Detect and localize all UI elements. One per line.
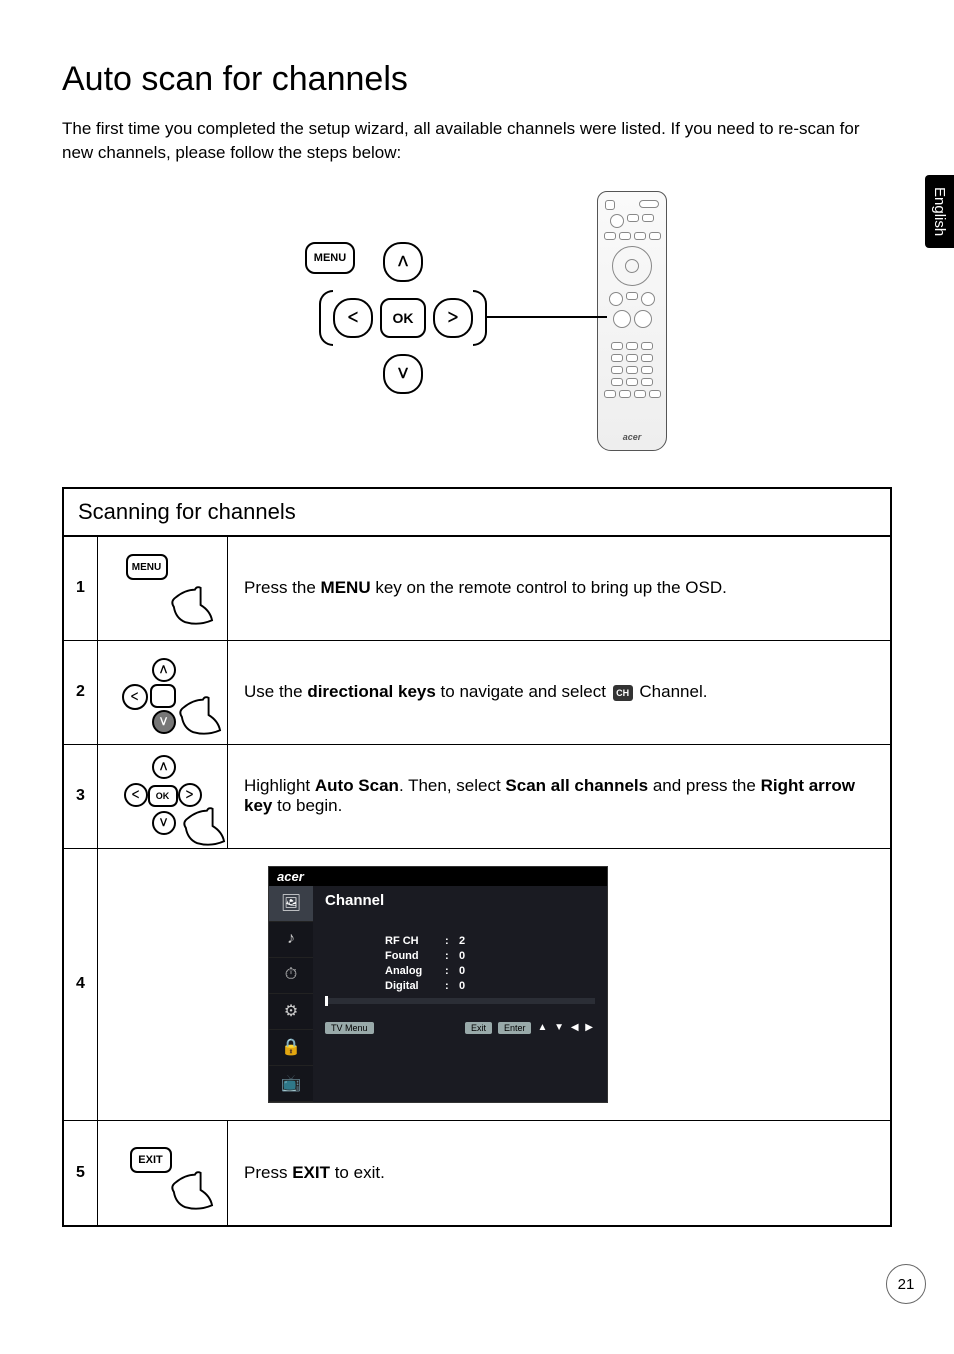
step-number: 1 (64, 537, 98, 640)
step-description: Use the directional keys to navigate and… (228, 641, 890, 744)
page-number: 21 (886, 1264, 926, 1304)
exit-key-icon: EXIT (130, 1147, 172, 1173)
thumb-icon (180, 805, 228, 847)
ok-key: OK (380, 298, 426, 338)
step-description: Press the MENU key on the remote control… (228, 537, 890, 640)
up-key-icon: ᐱ (152, 755, 176, 779)
down-key-icon: ᐯ (152, 811, 176, 835)
down-key: ᐯ (383, 354, 423, 394)
menu-key-icon: MENU (126, 554, 168, 580)
osd-brand: acer (269, 867, 607, 886)
ok-key-icon: OK (148, 785, 178, 807)
osd-field: Analog:0 (385, 965, 595, 977)
step-number: 2 (64, 641, 98, 744)
step-number: 3 (64, 745, 98, 848)
channel-icon: 📺 (269, 1066, 313, 1102)
table-row: 5 EXIT Press EXIT to exit. (64, 1121, 890, 1225)
up-key-icon: ᐱ (152, 658, 176, 682)
osd-progress (325, 998, 595, 1004)
remote-brand: acer (623, 432, 642, 442)
osd-footer: TV Menu Exit Enter ▲ ▼ ◀ ▶ (325, 1022, 595, 1034)
step5-illustration: EXIT (108, 1133, 218, 1213)
up-key: ᐱ (383, 242, 423, 282)
osd-field: RF CH:2 (385, 935, 595, 947)
thumb-icon (176, 694, 224, 736)
step-description: Highlight Auto Scan. Then, select Scan a… (228, 745, 890, 848)
table-title: Scanning for channels (64, 489, 890, 537)
picture-icon: 🖼 (269, 886, 313, 922)
osd-title: Channel (325, 892, 595, 909)
timer-icon: ⏱ (269, 958, 313, 994)
left-key-icon: ᐸ (124, 783, 148, 807)
language-tab: English (925, 175, 954, 248)
thumb-icon (168, 1169, 216, 1211)
step3-illustration: ᐱ ᐸ OK ᐳ ᐯ (108, 751, 218, 841)
right-key: ᐳ (433, 298, 473, 338)
remote-illustration: acer (597, 191, 667, 451)
thumb-icon (168, 584, 216, 626)
dpad-diagram: MENU ᐱ ᐯ ᐸ OK ᐳ (287, 236, 507, 406)
table-row: 2 ᐱ ᐸ ᐯ Use the directional keys to navi… (64, 641, 890, 745)
page-title: Auto scan for channels (62, 60, 892, 99)
step1-illustration: MENU (108, 548, 218, 628)
osd-enter-hint: Enter (498, 1022, 532, 1034)
osd-sidebar: 🖼 ♪ ⏱ ⚙ 🔒 📺 (269, 886, 313, 1102)
step-description: Press EXIT to exit. (228, 1121, 890, 1225)
sound-icon: ♪ (269, 922, 313, 958)
osd-arrow-hint: ▲ ▼ ◀ ▶ (537, 1022, 595, 1033)
left-key: ᐸ (333, 298, 373, 338)
table-row: 3 ᐱ ᐸ OK ᐳ ᐯ Highlight Auto Scan. Then, … (64, 745, 890, 849)
lock-icon: 🔒 (269, 1030, 313, 1066)
osd-screenshot: acer 🖼 ♪ ⏱ ⚙ 🔒 📺 Channel (268, 866, 608, 1103)
osd-field: Found:0 (385, 950, 595, 962)
right-key-icon: ᐳ (178, 783, 202, 807)
step2-illustration: ᐱ ᐸ ᐯ (108, 652, 218, 732)
intro-text: The first time you completed the setup w… (62, 117, 892, 165)
step-number: 4 (64, 849, 98, 1120)
osd-field: Digital:0 (385, 980, 595, 992)
steps-table: Scanning for channels 1 MENU Press the M… (62, 487, 892, 1227)
osd-exit-hint: Exit (465, 1022, 492, 1034)
menu-key: MENU (305, 242, 355, 274)
down-key-icon: ᐯ (152, 710, 176, 734)
left-key-icon: ᐸ (122, 684, 148, 710)
channel-icon: CH (613, 685, 633, 701)
hero-illustration: MENU ᐱ ᐯ ᐸ OK ᐳ acer (62, 191, 892, 451)
osd-menu-hint: TV Menu (325, 1022, 374, 1034)
table-row: 1 MENU Press the MENU key on the remote … (64, 537, 890, 641)
center-key-icon (150, 684, 176, 708)
settings-icon: ⚙ (269, 994, 313, 1030)
step-number: 5 (64, 1121, 98, 1225)
table-row: 4 acer 🖼 ♪ ⏱ ⚙ 🔒 📺 Chan (64, 849, 890, 1121)
